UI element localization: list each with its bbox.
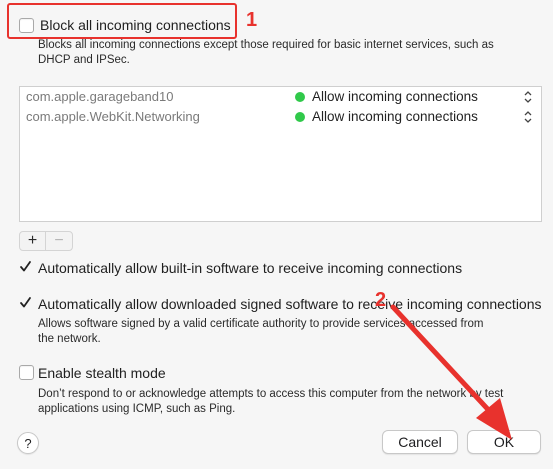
annotation-arrow-icon bbox=[390, 304, 512, 440]
